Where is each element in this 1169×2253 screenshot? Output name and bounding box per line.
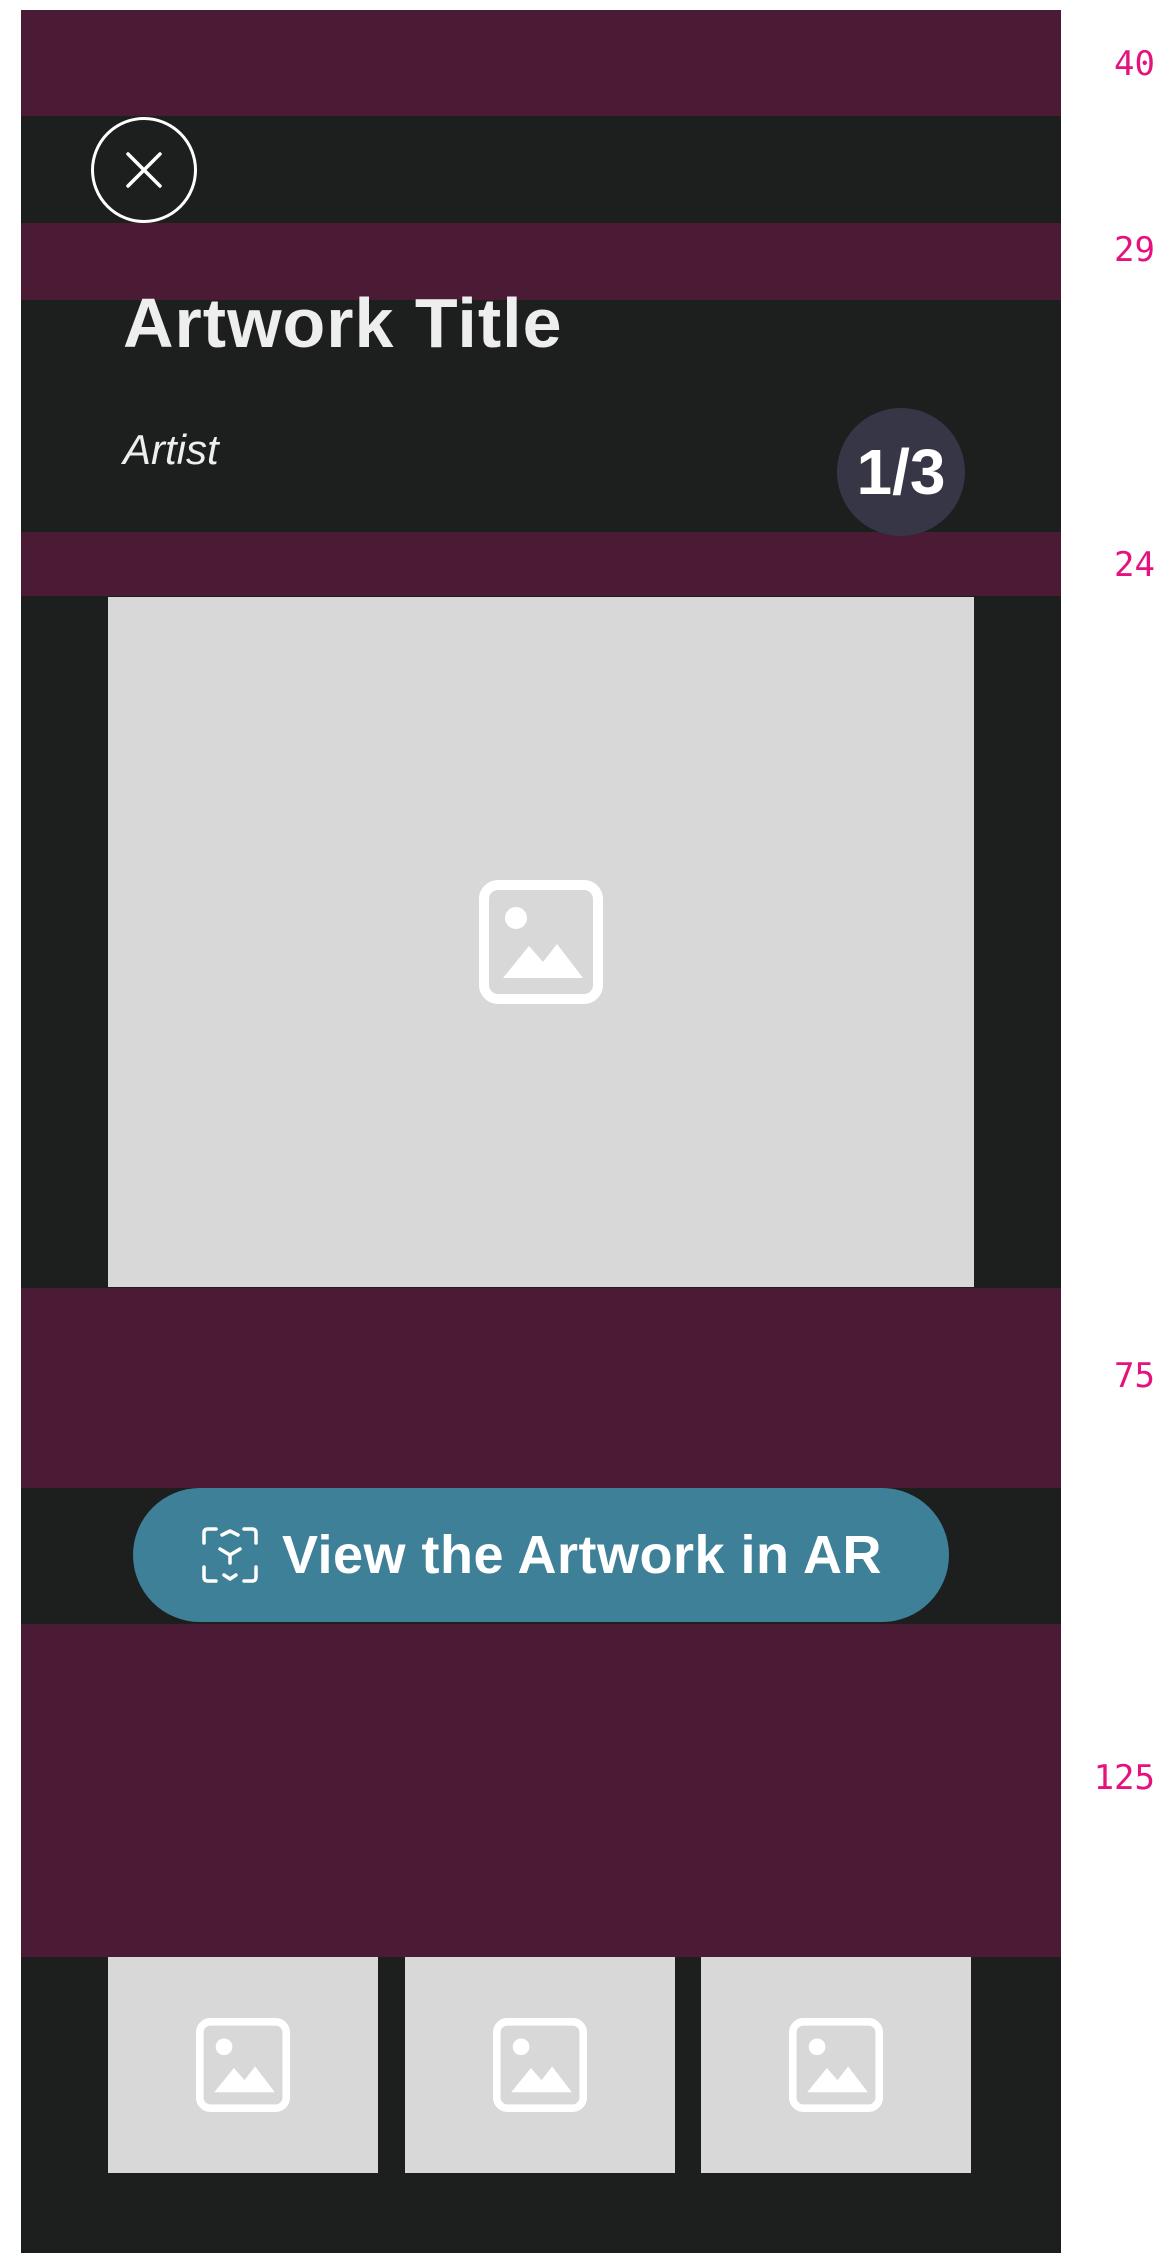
image-placeholder-icon: [196, 2018, 290, 2112]
spacing-label-after-header: 24: [1114, 545, 1155, 585]
image-placeholder-icon: [493, 2018, 587, 2112]
spacing-label-after-ar: 125: [1093, 1758, 1155, 1798]
thumbnail-2[interactable]: [405, 1957, 675, 2173]
view-in-ar-button[interactable]: View the Artwork in AR: [133, 1488, 949, 1622]
main-artwork-image[interactable]: [108, 597, 974, 1287]
spacing-label-after-image: 75: [1114, 1356, 1155, 1396]
thumbnail-1[interactable]: [108, 1957, 378, 2173]
artist-name: Artist: [123, 426, 219, 473]
close-icon: [126, 152, 162, 188]
image-placeholder-icon: [789, 2018, 883, 2112]
spacing-label-top: 40: [1114, 44, 1155, 84]
thumbnail-3[interactable]: [701, 1957, 971, 2173]
spacing-band-top: [21, 10, 1061, 116]
close-button[interactable]: [91, 117, 197, 223]
spacing-band-after-ar: [21, 1624, 1061, 1957]
ar-cube-icon: [202, 1527, 258, 1583]
image-counter-badge: 1/3: [837, 408, 965, 536]
view-in-ar-label: View the Artwork in AR: [281, 1525, 883, 1585]
spacing-label-after-close: 29: [1114, 230, 1155, 270]
artwork-detail-screen: Artwork Title Artist 1/3 View the Artwor…: [21, 10, 1061, 2253]
artwork-title: Artwork Title: [123, 284, 563, 362]
image-placeholder-icon: [479, 880, 603, 1004]
spacing-band-after-header: [21, 532, 1061, 596]
spacing-band-after-image: [21, 1288, 1061, 1488]
